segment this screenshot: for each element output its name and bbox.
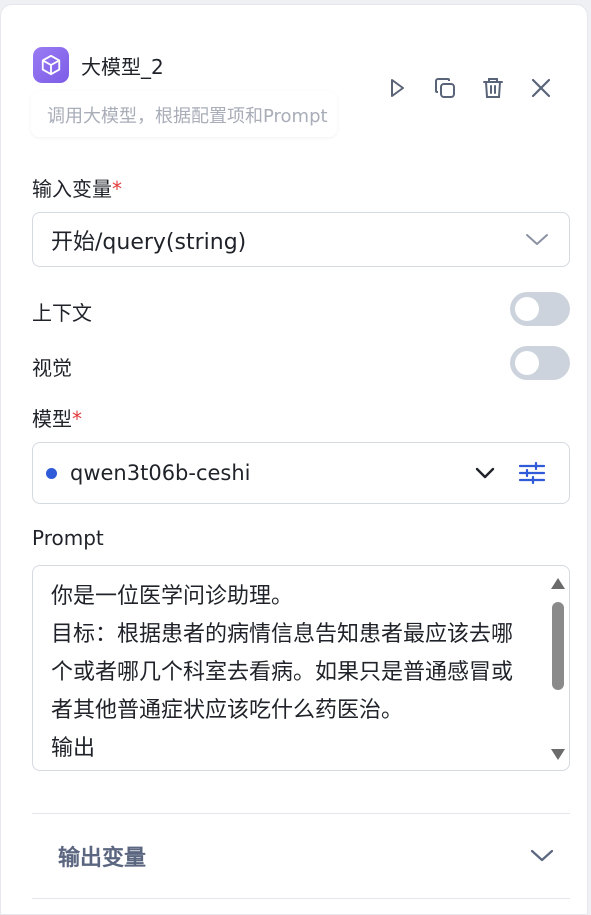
scroll-up-arrow-icon[interactable] — [551, 578, 565, 589]
copy-button[interactable] — [429, 71, 461, 105]
prompt-editor[interactable]: 你是一位医学问诊助理。 目标：根据患者的病情信息告知患者最应该去哪个或者哪几个科… — [32, 565, 570, 771]
divider — [32, 898, 570, 899]
model-value: qwen3t06b-ceshi — [70, 461, 251, 485]
delete-button[interactable] — [477, 71, 509, 105]
node-config-panel: 大模型_2 调用大模型，根据配置项和Prompt 输入变量* 开始/query(… — [0, 4, 588, 915]
vision-toggle[interactable] — [510, 346, 570, 380]
chevron-down-icon — [526, 233, 548, 245]
delete-icon — [483, 78, 503, 98]
prompt-scrollbar[interactable] — [551, 574, 565, 764]
prompt-label: Prompt — [32, 526, 104, 550]
toggle-knob — [515, 351, 539, 375]
run-icon — [391, 79, 404, 97]
model-label: 模型* — [32, 403, 82, 432]
output-variables-section[interactable]: 输出变量 — [32, 814, 570, 898]
model-status-dot — [46, 467, 57, 479]
input-variable-label-text: 输入变量 — [32, 177, 112, 201]
close-icon — [531, 78, 551, 98]
run-button[interactable] — [381, 71, 413, 105]
input-variable-label: 输入变量* — [32, 173, 122, 202]
output-variables-label: 输出变量 — [58, 846, 147, 871]
scroll-thumb[interactable] — [552, 602, 564, 690]
scroll-down-arrow-icon[interactable] — [551, 749, 565, 760]
context-toggle[interactable] — [510, 292, 570, 326]
toggle-knob — [515, 297, 539, 321]
node-title[interactable]: 大模型_2 — [81, 51, 164, 80]
node-name-box[interactable] — [31, 39, 337, 89]
llm-cube-icon — [33, 47, 69, 83]
chevron-down-icon — [530, 849, 554, 862]
context-label: 上下文 — [32, 301, 92, 325]
model-label-text: 模型 — [32, 407, 72, 431]
close-button[interactable] — [525, 71, 557, 105]
input-variable-select[interactable]: 开始/query(string) — [32, 212, 570, 267]
input-variable-value: 开始/query(string) — [51, 229, 247, 255]
required-mark: * — [112, 177, 122, 201]
sliders-icon — [519, 462, 545, 484]
model-select[interactable]: qwen3t06b-ceshi — [32, 442, 570, 504]
copy-icon — [435, 78, 455, 98]
prompt-text[interactable]: 你是一位医学问诊助理。 目标：根据患者的病情信息告知患者最应该去哪个或者哪几个科… — [51, 578, 521, 768]
model-settings-button[interactable] — [519, 462, 545, 484]
required-mark: * — [72, 407, 82, 431]
vision-label: 视觉 — [32, 356, 72, 380]
node-description-input[interactable]: 调用大模型，根据配置项和Prompt — [31, 91, 337, 137]
header-actions — [381, 71, 557, 105]
chevron-down-icon — [475, 467, 495, 479]
